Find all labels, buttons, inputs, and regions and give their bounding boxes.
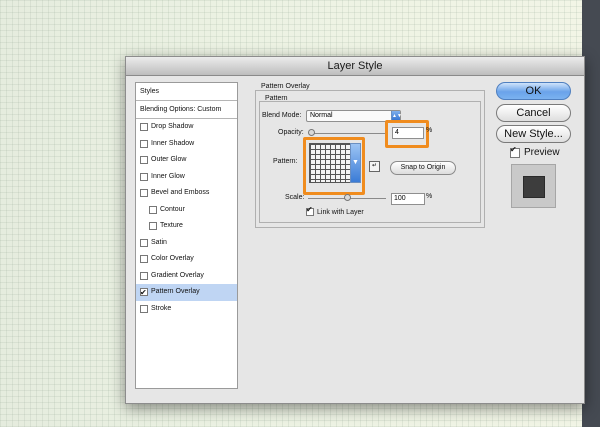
scale-unit: % [426,193,433,200]
style-item-contour[interactable]: Contour [136,202,237,219]
scale-slider-thumb[interactable] [344,194,351,201]
style-item-pattern-overlay[interactable]: Pattern Overlay [136,284,237,302]
scale-input[interactable]: 100 [391,193,425,205]
style-item-checkbox[interactable] [140,139,148,148]
style-item-checkbox[interactable] [140,285,148,302]
blending-options-item[interactable]: Blending Options: Custom [136,101,237,119]
pattern-swatch[interactable] [309,143,351,183]
style-item-satin[interactable]: Satin [136,235,237,252]
style-item-checkbox[interactable] [140,238,148,247]
style-item-label: Satin [151,238,167,246]
style-item-color-overlay[interactable]: Color Overlay [136,251,237,268]
style-item-label: Inner Glow [151,172,185,180]
style-item-label: Texture [160,222,183,229]
pattern-label: Pattern: [273,158,298,165]
style-item-label: Stroke [151,304,172,312]
link-with-layer-label: Link with Layer [317,208,364,216]
pattern-overlay-title: Pattern Overlay [261,83,310,90]
blend-mode-label: Blend Mode: [262,112,302,119]
style-item-label: Outer Glow [151,156,187,163]
style-item-stroke[interactable]: Stroke [136,301,237,318]
preview-checkbox[interactable] [510,145,520,158]
preview-label: Preview [524,147,560,158]
snap-to-origin-button[interactable]: Snap to Origin [390,161,456,175]
style-item-checkbox[interactable] [140,304,148,313]
ok-button[interactable]: OK [496,82,571,100]
style-item-texture[interactable]: Texture [136,218,237,235]
blend-mode-value: Normal [310,112,333,119]
new-preset-icon[interactable]: ↵ [369,161,380,172]
opacity-slider-thumb[interactable] [308,129,315,136]
style-item-outer-glow[interactable]: Outer Glow [136,152,237,169]
style-item-checkbox[interactable] [140,156,148,165]
styles-header[interactable]: Styles [136,83,237,101]
cancel-button[interactable]: Cancel [496,104,571,122]
style-item-gradient-overlay[interactable]: Gradient Overlay [136,268,237,285]
opacity-label: Opacity: [278,129,304,136]
style-item-label: Inner Shadow [151,139,195,147]
style-item-label: Pattern Overlay [151,288,200,295]
style-item-drop-shadow[interactable]: Drop Shadow [136,119,237,136]
style-item-checkbox[interactable] [140,189,148,198]
dialog-title[interactable]: Layer Style [126,57,584,76]
style-item-label: Contour [160,205,185,213]
pattern-picker-arrow-icon[interactable]: ▼ [350,143,361,183]
style-item-checkbox[interactable] [140,271,148,280]
style-item-inner-glow[interactable]: Inner Glow [136,169,237,186]
style-preview-thumbnail [511,164,556,208]
style-item-label: Gradient Overlay [151,271,204,279]
opacity-input[interactable]: 4 [392,127,424,139]
style-item-inner-shadow[interactable]: Inner Shadow [136,136,237,153]
style-item-label: Drop Shadow [151,123,194,130]
styles-list: Styles Blending Options: Custom Drop Sha… [135,82,238,389]
style-item-checkbox[interactable] [149,222,157,231]
preview-swatch [523,176,545,198]
style-item-checkbox[interactable] [149,205,157,214]
opacity-slider[interactable] [310,133,388,134]
style-item-checkbox[interactable] [140,172,148,181]
scale-label: Scale: [285,194,305,201]
style-item-checkbox[interactable] [140,255,148,264]
preview-row[interactable]: Preview [510,145,560,158]
opacity-unit: % [426,127,433,134]
style-item-checkbox[interactable] [140,123,148,132]
link-with-layer-row[interactable]: Link with Layer [306,205,364,216]
style-item-bevel-and-emboss[interactable]: Bevel and Emboss [136,185,237,202]
layer-style-dialog: Layer Style Styles Blending Options: Cus… [125,56,585,404]
style-item-label: Color Overlay [151,255,194,262]
link-with-layer-checkbox[interactable] [306,205,314,216]
style-item-label: Bevel and Emboss [151,189,210,196]
new-style-button[interactable]: New Style... [496,125,571,143]
